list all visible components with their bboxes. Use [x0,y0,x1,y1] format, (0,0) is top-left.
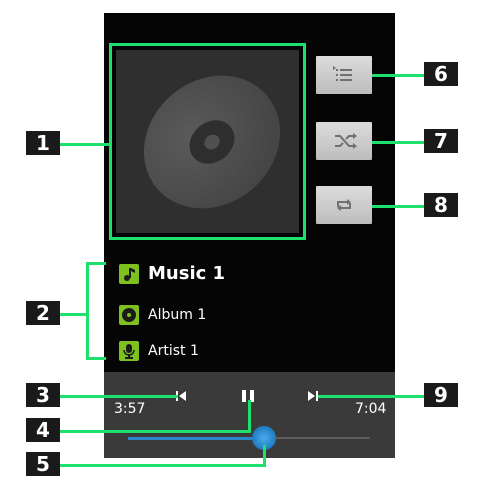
total-duration: 7:04 [355,401,387,417]
callout-line-7 [372,141,424,144]
album-name: Album 1 [148,307,207,323]
track-info-highlight [86,262,106,360]
callout-7: 7 [424,129,458,153]
callout-line-3 [60,395,178,398]
list-icon [333,66,352,81]
callout-1: 1 [26,131,60,155]
callout-6: 6 [424,62,458,86]
album-icon [119,305,139,325]
music-note-icon [119,264,139,284]
callout-line-9 [318,395,424,398]
callout-line-4-vertical [248,400,251,433]
callout-line-2 [60,313,88,316]
elapsed-time: 3:57 [114,401,146,417]
artist-name: Artist 1 [148,343,199,359]
callout-8: 8 [424,193,458,217]
callout-line-8 [372,205,424,208]
album-art-highlight [109,43,306,240]
track-title: Music 1 [148,263,226,284]
callout-line-5 [60,464,266,467]
microphone-icon [119,341,139,361]
callout-4: 4 [26,418,60,442]
callout-line-5-vertical [263,445,266,467]
callout-line-4 [60,430,251,433]
repeat-icon [337,199,351,211]
callout-5: 5 [26,452,60,476]
callout-9: 9 [424,383,458,407]
shuffle-button[interactable] [316,122,372,160]
repeat-button[interactable] [316,186,372,224]
shuffle-icon [335,133,357,149]
playlist-button[interactable] [316,56,372,94]
progress-fill [128,437,264,440]
callout-line-1 [60,143,111,146]
callout-3: 3 [26,383,60,407]
callout-line-6 [372,74,424,77]
callout-2: 2 [26,301,60,325]
